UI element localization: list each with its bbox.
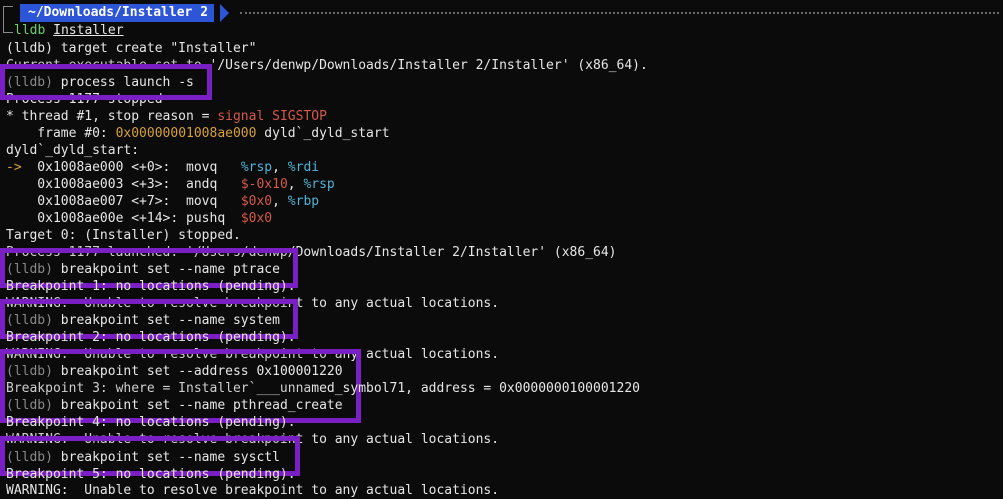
- shell-command: lldb: [14, 23, 46, 38]
- cwd-arrow-icon: [220, 4, 229, 22]
- lldb-command-bp-system: (lldb) breakpoint set --name system: [6, 313, 280, 328]
- highlight-box: [0, 64, 212, 100]
- opcode: movq: [186, 160, 241, 175]
- output-line: Breakpoint 5: no locations (pending).: [6, 467, 296, 482]
- disassembly-line: 0x1008ae007 <+7>: movq $0x0, %rbp: [6, 193, 319, 210]
- operand: %rsp: [303, 177, 335, 192]
- pc-gutter: [6, 194, 22, 209]
- output-line: Breakpoint 4: no locations (pending).: [6, 415, 296, 430]
- lldb-command-bp-ptrace: (lldb) breakpoint set --name ptrace: [6, 262, 280, 277]
- lldb-prompt: (lldb): [6, 398, 53, 413]
- output-line: Breakpoint 2: no locations (pending).: [6, 330, 296, 345]
- shell-command-line: lldb Installer: [14, 22, 124, 39]
- output-line: Target 0: (Installer) stopped.: [6, 228, 241, 243]
- instruction-address: 0x1008ae007 <+7>:: [21, 194, 187, 209]
- operand: $0x0: [240, 194, 273, 209]
- operand: $0x0: [240, 211, 273, 226]
- output-line: dyld`_dyld_start:: [6, 143, 140, 158]
- disassembly-line: 0x1008ae003 <+3>: andq $-0x10, %rsp: [6, 176, 335, 193]
- output-line: Breakpoint 1: no locations (pending).: [6, 279, 296, 294]
- operand: $-0x10: [240, 177, 288, 192]
- lldb-command-bp-sysctl: (lldb) breakpoint set --name sysctl: [6, 450, 280, 465]
- lldb-prompt: (lldb): [6, 450, 53, 465]
- terminal-window[interactable]: ~/Downloads/Installer 2 lldb Installer (…: [0, 0, 1003, 498]
- disassembly-line: 0x1008ae00e <+14>: pushq $0x0: [6, 210, 272, 227]
- instruction-address: 0x1008ae003 <+3>:: [21, 177, 187, 192]
- lldb-prompt: (lldb): [6, 262, 53, 277]
- current-pc-arrow-icon: ->: [6, 160, 22, 175]
- output-line: Breakpoint 3: where = Installer`___unnam…: [6, 381, 640, 396]
- opcode: movq: [186, 194, 241, 209]
- lldb-prompt: (lldb): [6, 364, 53, 379]
- cwd-path-pill: ~/Downloads/Installer 2: [20, 4, 215, 22]
- pc-gutter: [6, 177, 22, 192]
- output-line: frame #0: 0x00000001008ae000 dyld`_dyld_…: [6, 126, 390, 141]
- lldb-command-bp-pthread-create: (lldb) breakpoint set --name pthread_cre…: [6, 398, 343, 413]
- frame-address: 0x00000001008ae000: [115, 126, 257, 141]
- disassembly-line: -> 0x1008ae000 <+0>: movq %rsp, %rdi: [6, 160, 320, 175]
- prompt-corner-bottom: [3, 22, 13, 33]
- cwd-folder: Installer 2: [121, 5, 209, 20]
- output-line: * thread #1, stop reason = signal SIGSTO…: [6, 109, 327, 124]
- opcode: andq: [186, 177, 241, 192]
- pc-gutter: [6, 211, 22, 226]
- output-line: WARNING: Unable to resolve breakpoint to…: [6, 483, 500, 498]
- operand: %rbp: [287, 194, 320, 209]
- lldb-prompt: (lldb): [6, 313, 53, 328]
- shell-command-arg: Installer: [53, 23, 124, 38]
- operand: %rsp: [240, 160, 273, 175]
- instruction-address: 0x1008ae00e <+14>:: [21, 211, 187, 226]
- prompt-divider: [240, 12, 999, 14]
- output-line: (lldb) target create "Installer": [6, 41, 257, 56]
- opcode: pushq: [186, 211, 241, 226]
- operand: %rdi: [287, 160, 320, 175]
- cwd-prefix: ~/Downloads/: [28, 5, 122, 20]
- lldb-command-bp-address: (lldb) breakpoint set --address 0x100001…: [6, 364, 343, 379]
- instruction-address: 0x1008ae000 <+0>:: [21, 160, 187, 175]
